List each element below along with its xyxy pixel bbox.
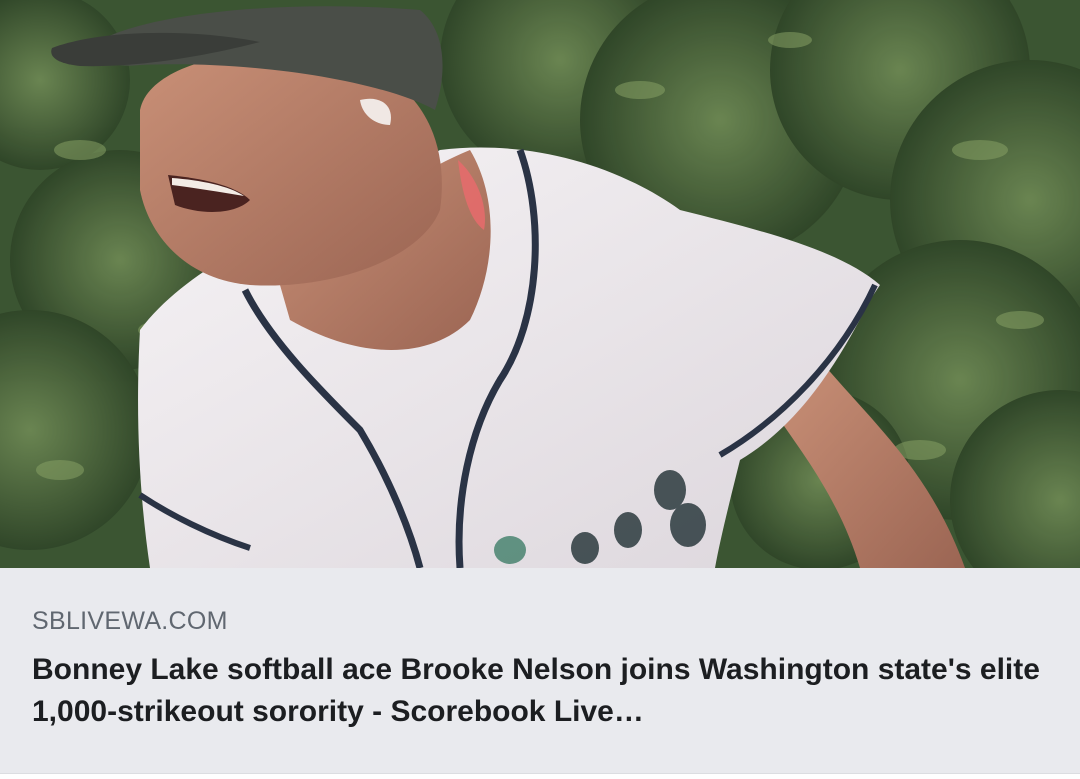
link-preview-image[interactable] [0, 0, 1080, 568]
link-preview-text[interactable]: SBLIVEWA.COM Bonney Lake softball ace Br… [0, 568, 1080, 773]
article-headline[interactable]: Bonney Lake softball ace Brooke Nelson j… [32, 649, 1042, 733]
source-domain: SBLIVEWA.COM [32, 607, 228, 635]
softball-player-photo [0, 0, 1080, 568]
card-divider [0, 773, 1080, 779]
link-preview-card[interactable]: SBLIVEWA.COM Bonney Lake softball ace Br… [0, 0, 1080, 779]
